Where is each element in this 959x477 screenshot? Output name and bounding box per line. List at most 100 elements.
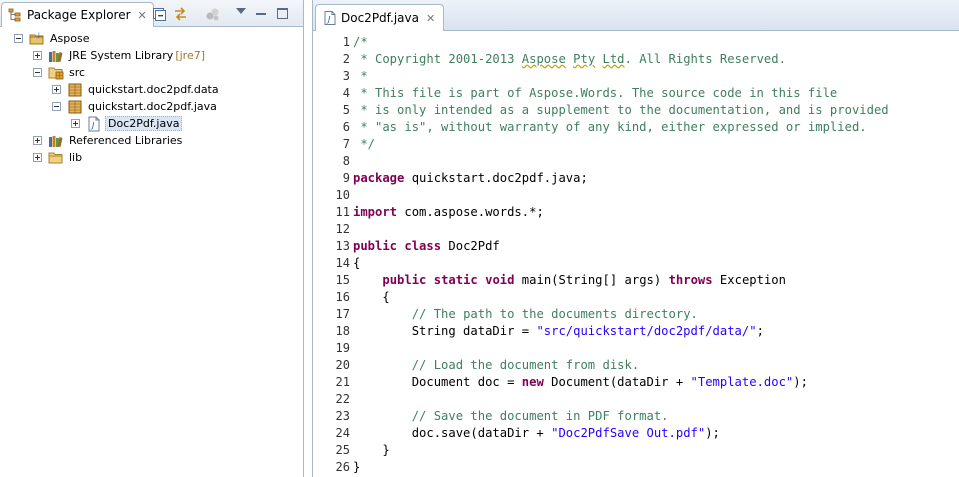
line-number: 5 xyxy=(342,103,350,117)
code-token: throws xyxy=(668,273,713,287)
link-with-editor-icon[interactable] xyxy=(173,7,188,21)
code-line: // Load the document from disk. xyxy=(353,357,639,374)
tree-item-label: quickstart.doc2pdf.java xyxy=(88,100,217,113)
code-token: Document(dataDir + xyxy=(543,375,691,389)
line-number: 8 xyxy=(342,154,350,168)
expand-toggle-icon[interactable] xyxy=(33,51,42,60)
tree-item[interactable]: lib xyxy=(33,149,84,166)
code-token: Document doc = xyxy=(353,375,522,389)
line-number: 14 xyxy=(335,256,350,270)
folder-icon xyxy=(48,152,63,163)
tree-item[interactable]: src xyxy=(33,64,87,81)
code-token: class xyxy=(404,239,442,253)
view-menu-chevron-down-icon[interactable] xyxy=(236,8,246,14)
tree-item[interactable]: JRE System Library [jre7] xyxy=(33,47,207,64)
source-folder-icon xyxy=(48,67,64,79)
collapse-toggle-icon[interactable] xyxy=(52,102,61,111)
collapse-all-icon[interactable] xyxy=(152,7,167,21)
line-number: 18 xyxy=(335,324,350,338)
code-line: // The path to the documents directory. xyxy=(353,306,698,323)
tab-package-explorer-label: Package Explorer xyxy=(27,8,131,22)
svg-text:J: J xyxy=(37,32,40,39)
code-line: * "as is", without warranty of any kind,… xyxy=(353,119,866,136)
code-token: * is only intended as a supplement to th… xyxy=(353,103,889,117)
tab-doc2pdf-java[interactable]: J Doc2Pdf.java ✕ xyxy=(315,4,445,31)
code-line: { xyxy=(353,255,360,272)
close-icon[interactable]: ✕ xyxy=(138,9,147,22)
tab-package-explorer[interactable]: Package Explorer ✕ xyxy=(1,2,154,27)
code-token: String dataDir = xyxy=(353,324,537,338)
code-token: // Load the document from disk. xyxy=(411,358,640,372)
line-number: 25 xyxy=(335,443,350,457)
tree-item[interactable]: quickstart.doc2pdf.java xyxy=(52,98,219,115)
collapse-toggle-icon[interactable] xyxy=(33,68,42,77)
code-line: } xyxy=(353,442,390,459)
code-token: new xyxy=(521,375,544,389)
line-number: 4 xyxy=(342,86,350,100)
code-token: import xyxy=(353,205,398,219)
code-token: ); xyxy=(793,375,808,389)
line-number: 7 xyxy=(342,137,350,151)
collapse-toggle-icon[interactable] xyxy=(14,34,23,43)
code-line: /* xyxy=(353,34,368,51)
java-file-icon: J xyxy=(324,11,336,25)
package-icon xyxy=(68,100,82,113)
code-token: com.aspose.words.*; xyxy=(397,205,544,219)
tree-item-label: Aspose xyxy=(50,32,90,45)
tree-item-label: src xyxy=(69,66,86,79)
java-editor: J Doc2Pdf.java ✕ 1 2 3 4 5 6 7 8 9 10 11 12 13 14 15 16… xyxy=(312,0,959,477)
line-number-ruler: 1 2 3 4 5 6 7 8 9 10 11 12 13 14 15 16 17 18 19 20 21 22 23 24 2… xyxy=(313,33,351,477)
code-token: } xyxy=(353,443,390,457)
tree-item-decoration: [jre7] xyxy=(175,49,205,62)
expand-toggle-icon[interactable] xyxy=(33,153,42,162)
package-icon xyxy=(68,83,82,96)
line-number: 22 xyxy=(335,392,350,406)
code-token: * xyxy=(353,69,368,83)
project-icon: J xyxy=(29,32,44,44)
maximize-icon[interactable] xyxy=(277,8,288,19)
tree-item-label: JRE System Library xyxy=(69,49,174,62)
code-token: . All Rights Reserved. xyxy=(624,52,786,66)
code-line: public static void main(String[] args) t… xyxy=(353,272,786,289)
code-token: { xyxy=(353,290,390,304)
package-explorer-view: Package Explorer ✕ J Aspose JRE System Lib… xyxy=(0,0,304,477)
tree-item[interactable]: J Doc2Pdf.java xyxy=(71,115,183,132)
code-token: package xyxy=(353,171,405,185)
code-token: Pty xyxy=(573,52,596,66)
code-token: Ltd xyxy=(602,52,625,66)
focus-on-active-task-icon[interactable] xyxy=(205,7,220,21)
close-icon[interactable]: ✕ xyxy=(426,12,435,25)
code-token: void xyxy=(485,273,515,287)
line-number: 26 xyxy=(335,460,350,474)
tree-item-label: quickstart.doc2pdf.data xyxy=(88,83,219,96)
code-token: // The path to the documents directory. xyxy=(411,307,698,321)
tree-item[interactable]: quickstart.doc2pdf.data xyxy=(52,81,221,98)
line-number: 6 xyxy=(342,120,350,134)
code-token: public xyxy=(353,239,398,253)
expand-toggle-icon[interactable] xyxy=(33,136,42,145)
library-icon xyxy=(49,135,63,147)
tree-item[interactable]: Referenced Libraries xyxy=(33,132,184,149)
line-number: 21 xyxy=(335,375,350,389)
line-number: 13 xyxy=(335,239,350,253)
code-token: Doc2Pdf xyxy=(441,239,500,253)
java-file-icon: J xyxy=(88,116,100,131)
expand-toggle-icon[interactable] xyxy=(71,119,80,128)
code-token: ); xyxy=(705,426,720,440)
code-token: Aspose xyxy=(521,52,566,66)
line-number: 1 xyxy=(342,35,350,49)
code-token: */ xyxy=(353,137,376,151)
minimize-icon[interactable] xyxy=(256,13,266,15)
tree-item[interactable]: J Aspose xyxy=(14,30,91,47)
line-number: 12 xyxy=(335,222,350,236)
library-icon xyxy=(49,50,63,62)
line-number: 10 xyxy=(335,188,350,202)
editor-tab-label: Doc2Pdf.java xyxy=(341,11,419,25)
tree-item-label: Doc2Pdf.java xyxy=(105,116,183,131)
line-number: 17 xyxy=(335,307,350,321)
tree-item-label: Referenced Libraries xyxy=(69,134,183,147)
code-text-area[interactable]: /* * Copyright 2001-2013 Aspose Pty Ltd.… xyxy=(353,33,959,477)
expand-toggle-icon[interactable] xyxy=(52,85,61,94)
